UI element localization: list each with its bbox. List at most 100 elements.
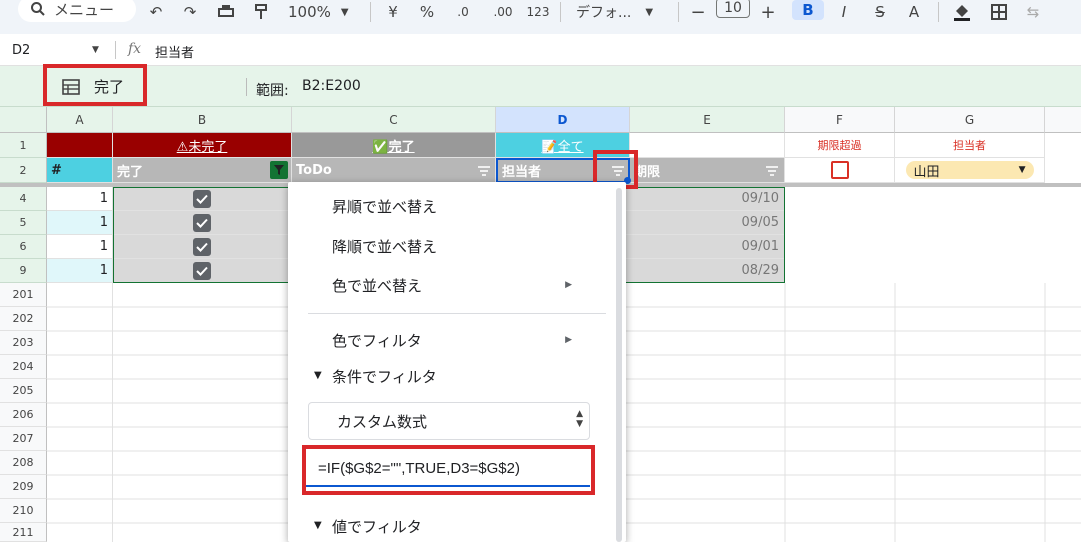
row-header-208[interactable]: 208	[0, 451, 47, 475]
font-name: デフォ...	[576, 5, 632, 21]
font-select[interactable]: デフォ... ▼	[576, 0, 666, 24]
menu-item-filter-color[interactable]: 色でフィルタ ▶	[288, 326, 608, 354]
cell-g2[interactable]: 山田 ▼	[895, 158, 1045, 183]
menu-item-sort-asc[interactable]: 昇順で並べ替え	[288, 192, 608, 220]
font-size-input[interactable]: 10	[716, 0, 750, 18]
row-header-1[interactable]: 1	[0, 133, 47, 158]
menu-item-sort-desc[interactable]: 降順で並べ替え	[288, 232, 608, 260]
cell-b2[interactable]: 完了	[113, 158, 292, 183]
menu-scrollbar[interactable]	[616, 188, 622, 542]
undo-icon[interactable]: ↶	[146, 0, 166, 24]
cell-b1-incomplete[interactable]: ⚠未完了	[113, 133, 292, 158]
checkbox-checked[interactable]	[193, 237, 211, 256]
cell-b6[interactable]	[113, 235, 292, 259]
select-all-corner[interactable]	[0, 107, 47, 133]
cell-a6[interactable]: 1	[47, 235, 113, 259]
row-header-211[interactable]: 211	[0, 523, 47, 542]
column-header-d[interactable]: D	[496, 107, 630, 133]
checkbox-checked[interactable]	[193, 189, 211, 208]
decrease-decimal-button[interactable]: .0	[450, 0, 476, 24]
cell-f2[interactable]	[785, 158, 895, 183]
checkbox-checked[interactable]	[193, 261, 211, 280]
cell-e2[interactable]: 期限	[630, 158, 785, 183]
checkbox-checked[interactable]	[193, 213, 211, 232]
row-header-204[interactable]: 204	[0, 355, 47, 379]
row-header-205[interactable]: 205	[0, 379, 47, 403]
assignee-dropdown[interactable]: 山田 ▼	[905, 161, 1034, 180]
cell-c2[interactable]: ToDo	[292, 158, 496, 183]
row-header-5[interactable]: 5	[0, 211, 47, 235]
row-header-201[interactable]: 201	[0, 283, 47, 307]
cell-e9-date[interactable]: 08/29	[626, 259, 785, 283]
cell-a5[interactable]: 1	[47, 211, 113, 235]
complete-link[interactable]: ✅完了	[372, 136, 414, 155]
increase-decimal-button[interactable]: .00	[488, 0, 518, 24]
menu-item-filter-values[interactable]: ▼ 値でフィルタ	[288, 512, 608, 540]
toolbar-divider	[678, 2, 679, 22]
number-format-button[interactable]: 123	[526, 0, 550, 24]
row-header-4[interactable]: 4	[0, 187, 47, 211]
cell-a9[interactable]: 1	[47, 259, 113, 283]
cell-f1[interactable]: 期限超過	[785, 133, 895, 158]
header-complete: 完了	[117, 164, 144, 180]
incomplete-link[interactable]: ⚠未完了	[177, 136, 228, 155]
font-size-plus-button[interactable]: +	[758, 0, 778, 24]
font-size-minus-button[interactable]: −	[688, 0, 708, 24]
cell-b5[interactable]	[113, 211, 292, 235]
borders-icon[interactable]	[988, 0, 1010, 24]
condition-select[interactable]: カスタム数式 ▲ ▼	[308, 402, 590, 440]
italic-button[interactable]: I	[834, 0, 854, 24]
name-box[interactable]: D2 ▼	[0, 34, 110, 66]
cell-c1-complete[interactable]: ✅完了	[292, 133, 496, 158]
column-header-b[interactable]: B	[113, 107, 292, 133]
cell-a2[interactable]: #	[47, 158, 113, 183]
column-header-c[interactable]: C	[292, 107, 496, 133]
merge-cells-icon[interactable]: ⇆	[1022, 0, 1044, 24]
row-header-6[interactable]: 6	[0, 235, 47, 259]
cell-g1[interactable]: 担当者	[895, 133, 1045, 158]
paint-format-icon[interactable]	[252, 0, 272, 24]
formula-bar: D2 ▼ fx 担当者	[0, 34, 1081, 66]
strikethrough-button[interactable]: S	[870, 0, 890, 24]
range-input[interactable]: B2:E200	[302, 78, 361, 94]
column-header-g[interactable]: G	[895, 107, 1045, 133]
menu-item-sort-color[interactable]: 色で並べ替え ▶	[288, 271, 608, 299]
bold-button[interactable]: B	[792, 0, 824, 20]
row-header-206[interactable]: 206	[0, 403, 47, 427]
row-header-202[interactable]: 202	[0, 307, 47, 331]
cell-a1[interactable]	[47, 133, 113, 158]
percent-button[interactable]: %	[418, 0, 436, 24]
row-header-207[interactable]: 207	[0, 427, 47, 451]
formula-input[interactable]: 担当者	[155, 42, 194, 61]
cell-e6-date[interactable]: 09/01	[626, 235, 785, 259]
filter-icon[interactable]	[476, 164, 492, 178]
cell-e4-date[interactable]: 09/10	[626, 187, 785, 211]
overdue-checkbox[interactable]	[830, 161, 849, 179]
toolbar: メニュー ↶ ↷ 100% ▼ ¥ % .0 .00 123 デフォ... ▼ …	[0, 0, 1081, 34]
cell-a4[interactable]: 1	[47, 187, 113, 211]
column-header-h[interactable]	[1045, 107, 1081, 133]
all-link[interactable]: 📝全て	[541, 136, 583, 155]
row-header-209[interactable]: 209	[0, 475, 47, 499]
cell-e1[interactable]	[630, 133, 785, 158]
fill-color-icon[interactable]	[950, 0, 974, 24]
row-header-210[interactable]: 210	[0, 499, 47, 523]
menu-search[interactable]: メニュー	[18, 0, 136, 22]
print-icon[interactable]	[214, 0, 238, 24]
filter-active-icon[interactable]	[270, 161, 288, 179]
row-header-9[interactable]: 9	[0, 259, 47, 283]
text-color-button[interactable]: A	[904, 0, 924, 24]
row-header-203[interactable]: 203	[0, 331, 47, 355]
cell-b9[interactable]	[113, 259, 292, 283]
cell-e5-date[interactable]: 09/05	[626, 211, 785, 235]
zoom-select[interactable]: 100% ▼	[288, 0, 358, 24]
redo-icon[interactable]: ↷	[180, 0, 200, 24]
menu-item-filter-condition[interactable]: ▼ 条件でフィルタ	[288, 362, 608, 390]
cell-b4[interactable]	[113, 187, 292, 211]
column-header-a[interactable]: A	[47, 107, 113, 133]
filter-icon[interactable]	[764, 164, 780, 178]
row-header-2[interactable]: 2	[0, 158, 47, 183]
column-header-e[interactable]: E	[630, 107, 785, 133]
column-header-f[interactable]: F	[785, 107, 895, 133]
currency-button[interactable]: ¥	[384, 0, 402, 24]
